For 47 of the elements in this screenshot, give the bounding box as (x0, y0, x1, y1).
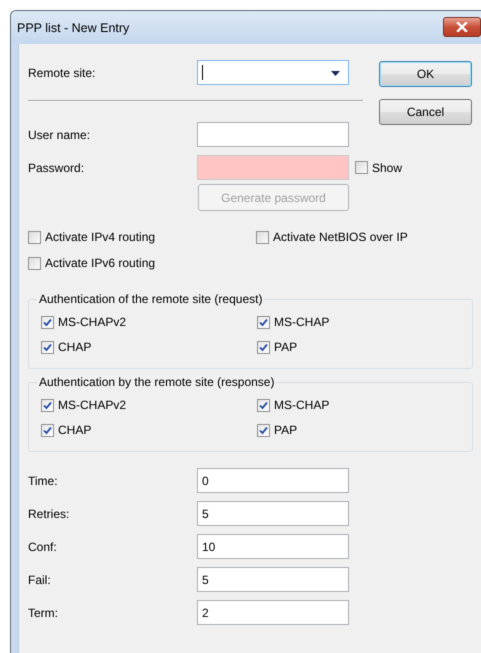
input-field[interactable]: 10 (197, 534, 349, 559)
group-title: Authentication of the remote site (request) (38, 292, 264, 306)
checkbox[interactable] (28, 230, 41, 244)
close-icon (456, 22, 468, 32)
checkbox[interactable] (41, 340, 54, 354)
checkbox[interactable] (256, 230, 269, 244)
group-title: Authentication by the remote site (response) (38, 375, 276, 389)
checkbox[interactable] (355, 161, 368, 174)
checkbox-label: MS-CHAP (274, 398, 330, 412)
field-label: Retries: (28, 506, 70, 520)
checkbox[interactable] (41, 424, 54, 436)
checkbox[interactable] (257, 398, 270, 412)
input-field[interactable]: 0 (197, 468, 349, 493)
checkbox-label: Activate NetBIOS over IP (273, 230, 408, 244)
password-label: Password: (28, 160, 86, 174)
checkbox[interactable] (41, 398, 54, 412)
checkbox-label: MS-CHAPv2 (58, 315, 126, 329)
window-title: PPP list - New Entry (17, 20, 130, 34)
checkbox-label: MS-CHAPv2 (58, 398, 126, 412)
checkbox-label: Activate IPv6 routing (45, 256, 156, 270)
user-name-label: User name: (28, 128, 92, 142)
checkbox-label: CHAP (58, 423, 92, 437)
checkbox[interactable] (257, 340, 270, 354)
dialog-button[interactable]: Cancel (379, 99, 472, 125)
checkbox[interactable] (257, 424, 270, 436)
input-field[interactable]: 5 (197, 501, 349, 526)
field-label: Conf: (28, 540, 58, 554)
checkbox-label: CHAP (58, 340, 92, 354)
checkbox[interactable] (28, 256, 41, 270)
show-label: Show (372, 160, 402, 174)
checkbox-label: Activate IPv4 routing (45, 230, 156, 244)
checkbox[interactable] (257, 316, 270, 328)
checkbox-label: MS-CHAP (274, 315, 330, 329)
remote-site-label: Remote site: (28, 66, 96, 80)
close-button[interactable] (443, 17, 481, 37)
user-name-field[interactable] (197, 122, 349, 147)
checkbox-label: PAP (274, 423, 298, 437)
checkbox[interactable] (41, 316, 54, 328)
input-field[interactable]: 2 (197, 600, 349, 625)
dialog-button[interactable]: OK (379, 61, 472, 87)
input-field[interactable]: 5 (197, 567, 349, 592)
field-label: Term: (28, 606, 59, 620)
checkbox-label: PAP (274, 340, 298, 354)
password-field[interactable] (197, 155, 349, 180)
field-label: Fail: (28, 572, 52, 586)
field-label: Time: (28, 474, 59, 488)
caret-icon (331, 71, 340, 76)
